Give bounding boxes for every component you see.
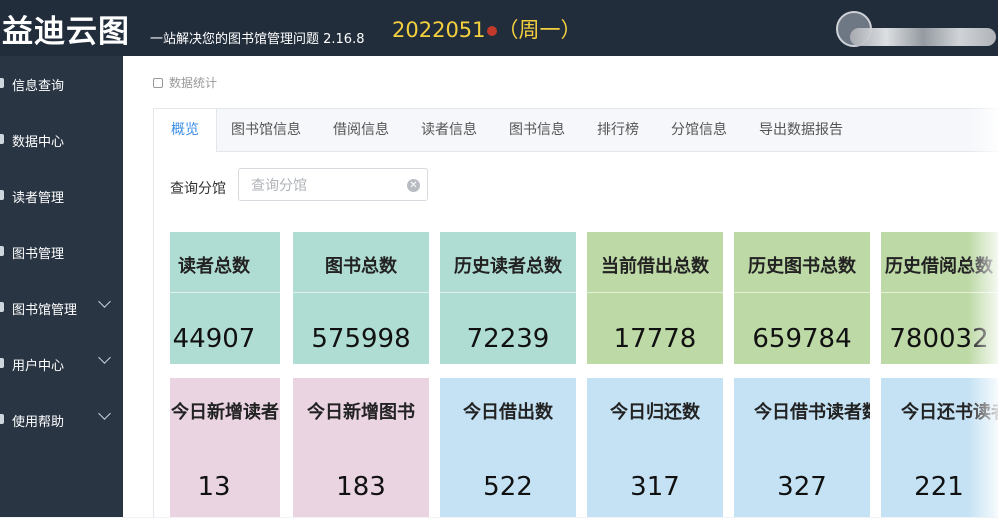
sidebar-item-label: 数据中心 [12, 135, 65, 150]
stat-label: 图书总数 [325, 256, 397, 277]
stat-card-historical-readers: 历史读者总数 72239 [440, 232, 576, 364]
stat-label: 历史借阅总数 [885, 256, 993, 277]
stat-value: 575998 [311, 324, 411, 354]
user-icon [0, 358, 4, 368]
stat-value: 17778 [613, 324, 697, 354]
branch-search-box[interactable]: ✕ [238, 168, 428, 201]
divider [293, 292, 429, 293]
date-weekday: （周一） [497, 18, 582, 42]
chevron-down-icon[interactable] [98, 351, 111, 364]
sidebar-item-reader-management[interactable]: 读者管理 [0, 168, 123, 224]
sidebar-item-library-management[interactable]: 图书馆管理 [0, 280, 123, 336]
stat-card-books: 图书总数 575998 [293, 232, 429, 364]
top-header: 益迪云图 一站解决您的图书馆管理问题 2.16.8 2022051 （周一） [0, 0, 998, 56]
sidebar-item-label: 用户中心 [12, 359, 65, 374]
tab-export-report[interactable]: 导出数据报告 [759, 109, 843, 151]
stat-value: 659784 [752, 324, 852, 354]
stat-card-historical-loans: 历史借阅总数 780032 [881, 232, 998, 364]
chevron-down-icon[interactable] [98, 295, 111, 308]
stat-card-new-books-today: 今日新增图书 183 [293, 378, 429, 517]
clear-icon[interactable]: ✕ [407, 179, 420, 192]
divider [170, 292, 280, 293]
divider [881, 292, 998, 293]
stat-card-loans-today: 今日借出数 522 [440, 378, 576, 517]
sidebar-item-label: 读者管理 [12, 191, 65, 206]
help-icon [0, 414, 4, 424]
tab-ranking[interactable]: 排行榜 [597, 109, 639, 151]
branch-search-input[interactable] [249, 176, 403, 196]
stat-label: 今日新增图书 [307, 402, 415, 423]
sidebar-item-label: 信息查询 [12, 79, 65, 94]
stat-card-historical-books: 历史图书总数 659784 [734, 232, 870, 364]
sidebar-item-label: 图书馆管理 [12, 303, 78, 318]
info-icon [0, 78, 4, 88]
stat-label: 今日归还数 [610, 402, 700, 423]
sidebar-item-data-center[interactable]: 数据中心 [0, 112, 123, 168]
user-menu[interactable] [836, 8, 998, 48]
stat-value: 221 [914, 472, 964, 502]
stat-label: 今日借出数 [463, 402, 553, 423]
stat-card-current-loans: 当前借出总数 17778 [587, 232, 723, 364]
data-icon [0, 134, 4, 144]
library-icon [0, 302, 4, 312]
current-date: 2022051 （周一） [392, 14, 582, 44]
search-label: 查询分馆 [170, 181, 226, 197]
stat-value: 327 [777, 472, 827, 502]
tab-book-info[interactable]: 图书信息 [509, 109, 565, 151]
stat-label: 今日借书读者数 [754, 402, 870, 423]
divider [587, 292, 723, 293]
sidebar-item-book-management[interactable]: 图书管理 [0, 224, 123, 280]
book-icon [0, 246, 4, 256]
stat-value: 44907 [172, 324, 256, 354]
user-name-redacted [850, 28, 996, 46]
brand-logo[interactable]: 益迪云图 [2, 6, 130, 51]
tab-bar: 概览 图书馆信息 借阅信息 读者信息 图书信息 排行榜 分馆信息 导出数据报告 [154, 109, 998, 152]
sidebar: 信息查询 数据中心 读者管理 图书管理 图书馆管理 用户中心 使用帮助 [0, 56, 123, 517]
sidebar-item-info-query[interactable]: 信息查询 [0, 56, 123, 112]
stat-value: 522 [483, 472, 533, 502]
tab-branch-info[interactable]: 分馆信息 [671, 109, 727, 151]
sidebar-item-label: 使用帮助 [12, 415, 65, 430]
stat-card-borrowing-readers-today: 今日借书读者数 327 [734, 378, 870, 517]
tab-library-info[interactable]: 图书馆信息 [231, 109, 301, 151]
stat-label: 历史图书总数 [748, 256, 856, 277]
stat-card-returning-readers-today: 今日还书读者数 221 [881, 378, 998, 517]
stat-card-readers: 读者总数 44907 [170, 232, 280, 364]
stat-card-new-readers-today: 今日新增读者 13 [170, 378, 280, 517]
calendar-icon [153, 78, 163, 88]
stat-label: 今日还书读者数 [901, 402, 998, 423]
sidebar-item-label: 图书管理 [12, 247, 65, 262]
stat-card-returns-today: 今日归还数 317 [587, 378, 723, 517]
stat-value: 13 [197, 472, 231, 502]
stat-label: 今日新增读者 [171, 402, 279, 423]
sidebar-item-user-center[interactable]: 用户中心 [0, 336, 123, 392]
reader-icon [0, 190, 4, 200]
divider [734, 292, 870, 293]
stat-label: 历史读者总数 [454, 256, 562, 277]
app-subtitle: 一站解决您的图书馆管理问题 2.16.8 [150, 32, 365, 47]
stat-label: 当前借出总数 [601, 256, 709, 277]
sidebar-item-help[interactable]: 使用帮助 [0, 392, 123, 448]
breadcrumb-label: 数据统计 [169, 76, 218, 90]
tab-overview[interactable]: 概览 [154, 109, 217, 152]
divider [440, 292, 576, 293]
stat-label: 读者总数 [178, 256, 250, 277]
stat-value: 317 [630, 472, 680, 502]
date-digits: 2022051 [392, 18, 486, 42]
tab-reader-info[interactable]: 读者信息 [421, 109, 477, 151]
stat-value: 780032 [889, 324, 989, 354]
stat-value: 72239 [466, 324, 550, 354]
chevron-down-icon[interactable] [98, 407, 111, 420]
breadcrumb: 数据统计 [153, 74, 217, 91]
tab-borrow-info[interactable]: 借阅信息 [333, 109, 389, 151]
date-marker-icon [486, 26, 497, 36]
stat-value: 183 [336, 472, 386, 502]
